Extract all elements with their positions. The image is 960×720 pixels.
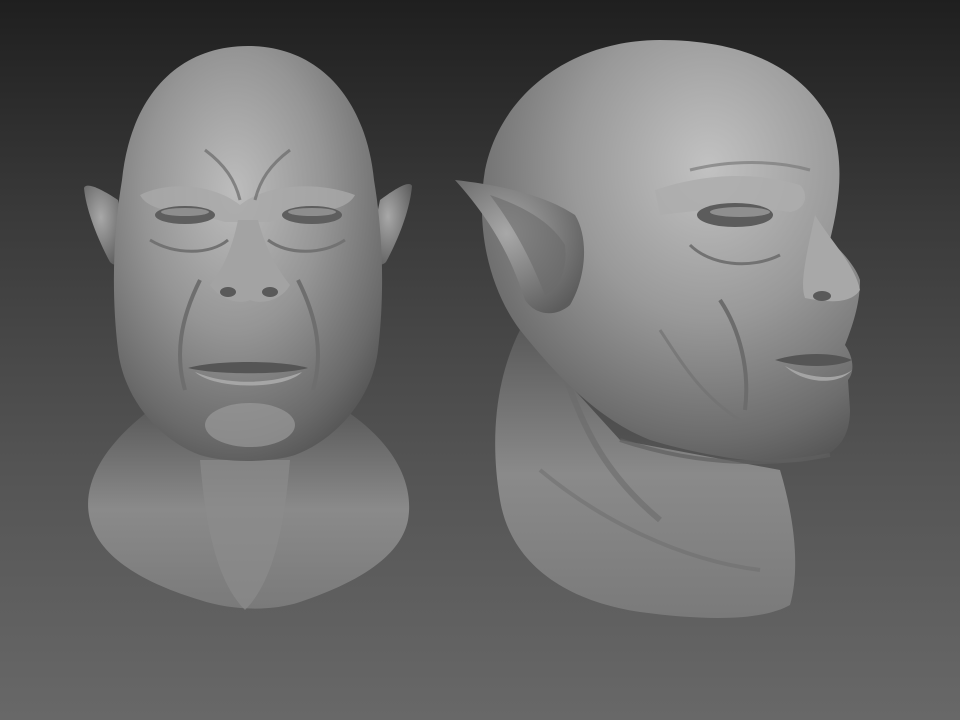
sculpt-viewport[interactable] (0, 0, 960, 720)
side-head (455, 40, 860, 618)
front-head (84, 46, 412, 610)
sculpt-render (84, 40, 860, 618)
